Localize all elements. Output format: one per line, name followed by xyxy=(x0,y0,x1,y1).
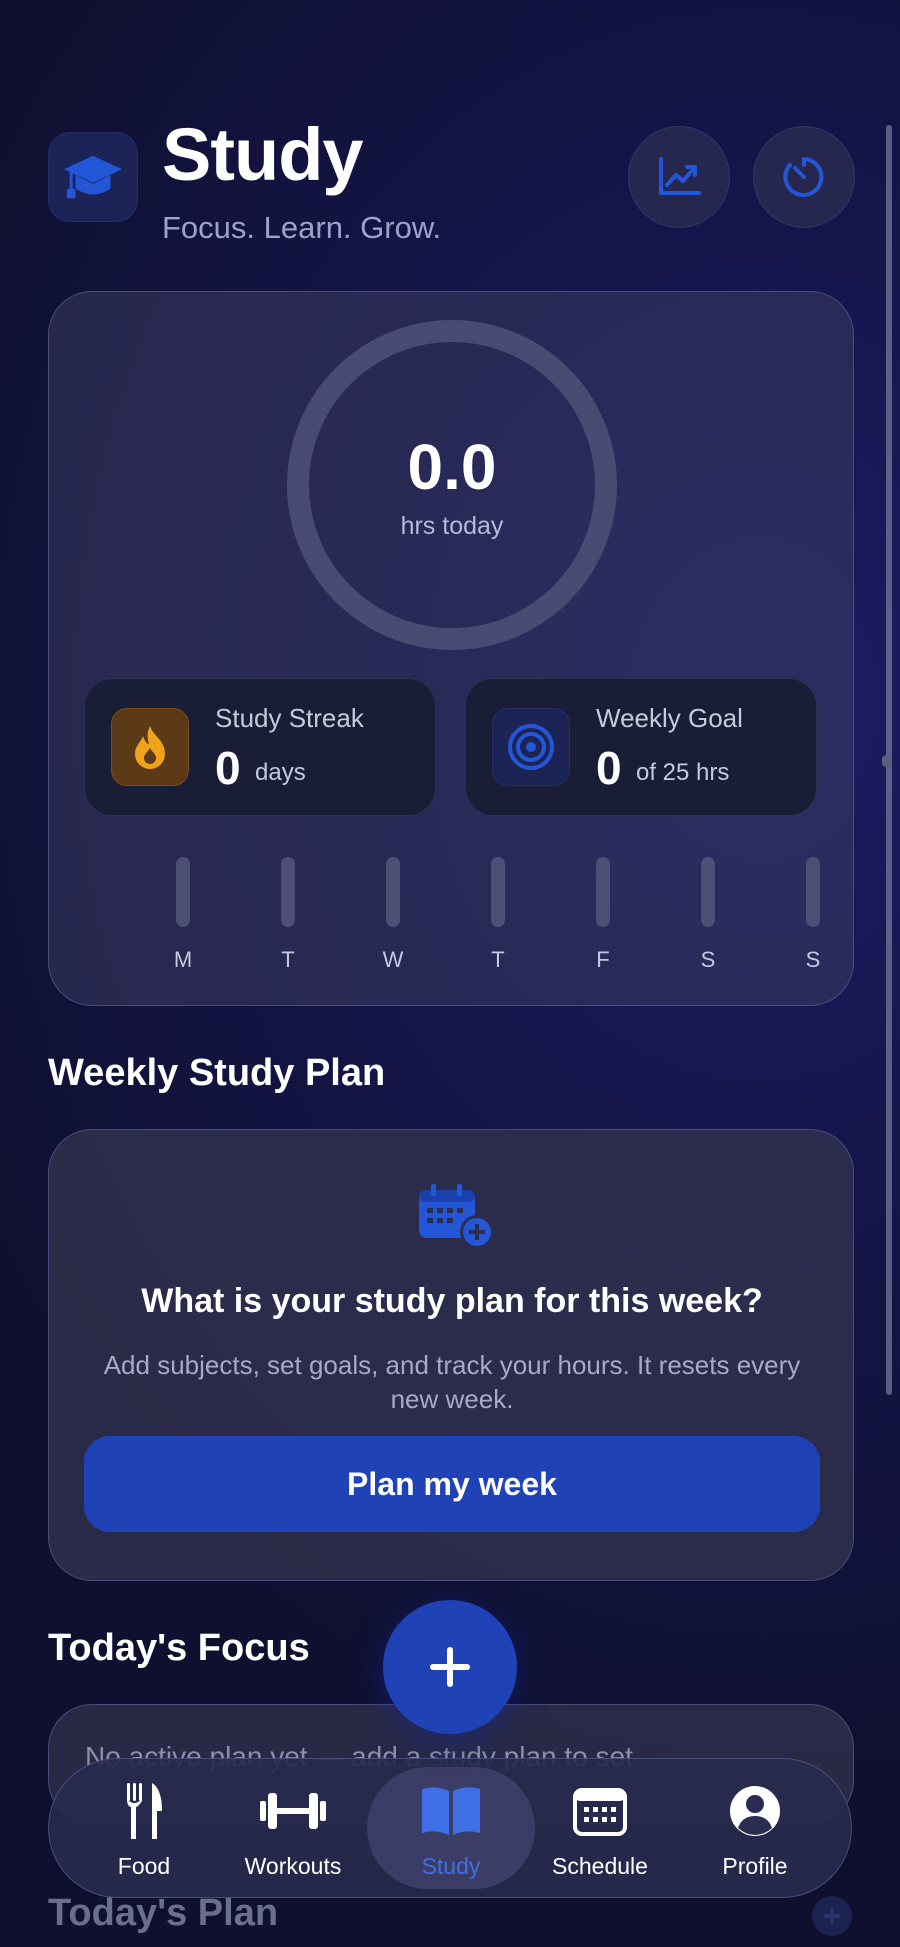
tab-schedule[interactable]: Schedule xyxy=(516,1767,684,1889)
tab-label: Food xyxy=(117,1853,171,1879)
tab-workouts[interactable]: Workouts xyxy=(209,1767,377,1889)
add-session-button[interactable] xyxy=(383,1600,517,1734)
header: Study Focus. Learn. Grow. xyxy=(48,112,855,252)
day-bar xyxy=(806,857,820,927)
timer-icon xyxy=(783,157,824,197)
day-bar xyxy=(176,857,190,927)
day-label: T xyxy=(281,947,295,972)
plan-my-week-button[interactable]: Plan my week xyxy=(84,1436,820,1532)
tab-profile[interactable]: Profile xyxy=(671,1767,839,1889)
streak-unit: days xyxy=(255,759,306,786)
tab-food[interactable]: Food xyxy=(60,1767,228,1889)
plan-question: What is your study plan for this week? xyxy=(141,1282,763,1320)
day-label: M xyxy=(173,947,193,972)
study-streak-card[interactable]: Study Streak 0 days xyxy=(84,678,436,816)
day-label: S xyxy=(805,947,821,972)
day-label: S xyxy=(700,947,716,972)
day-label: W xyxy=(382,947,404,972)
calendar-icon xyxy=(516,1781,684,1841)
dumbbell-icon xyxy=(209,1781,377,1841)
tab-label: Schedule xyxy=(552,1853,648,1879)
weekly-plan-heading: Weekly Study Plan xyxy=(48,1052,386,1094)
weekly-plan-card: What is your study plan for this week? A… xyxy=(48,1129,854,1581)
bottom-tab-bar: Food Workouts Study Schedule Profile xyxy=(48,1758,852,1898)
day-bar xyxy=(701,857,715,927)
day-bar xyxy=(491,857,505,927)
plan-description: Add subjects, set goals, and track your … xyxy=(103,1350,801,1414)
day-bar xyxy=(596,857,610,927)
weekly-hours-bars: M T W T F S S xyxy=(49,857,855,977)
page-subtitle: Focus. Learn. Grow. xyxy=(162,210,442,245)
tab-label: Study xyxy=(421,1853,481,1879)
tab-study[interactable]: Study xyxy=(367,1767,535,1889)
utensils-icon xyxy=(60,1781,228,1841)
trend-chart-icon xyxy=(659,157,701,195)
goal-unit: of 25 hrs xyxy=(636,759,730,786)
todays-focus-heading: Today's Focus xyxy=(48,1627,310,1669)
goal-value: 0 xyxy=(596,742,622,794)
user-circle-icon xyxy=(671,1781,839,1841)
hours-today-value: 0.0 xyxy=(407,431,497,503)
goal-title: Weekly Goal xyxy=(596,703,743,733)
target-icon xyxy=(492,708,570,786)
scroll-indicator xyxy=(882,755,890,767)
streak-title: Study Streak xyxy=(215,703,364,733)
plus-icon xyxy=(430,1647,470,1687)
add-plan-button[interactable] xyxy=(812,1896,852,1936)
graduation-cap-icon xyxy=(48,132,138,222)
day-bar xyxy=(386,857,400,927)
page-title: Study xyxy=(162,113,364,196)
flame-icon xyxy=(111,708,189,786)
book-icon xyxy=(367,1781,535,1841)
todays-plan-heading: Today's Plan xyxy=(48,1892,279,1934)
tab-label: Workouts xyxy=(244,1853,342,1879)
timer-button[interactable] xyxy=(753,126,855,228)
day-label: T xyxy=(491,947,505,972)
day-label: F xyxy=(596,947,610,972)
streak-value: 0 xyxy=(215,742,241,794)
today-summary-card: 0.0 hrs today Study Streak 0 days Weekly… xyxy=(48,291,854,1006)
weekly-goal-card[interactable]: Weekly Goal 0 of 25 hrs xyxy=(465,678,817,816)
stats-button[interactable] xyxy=(628,126,730,228)
plus-icon xyxy=(824,1908,840,1924)
hours-today-label: hrs today xyxy=(400,512,504,540)
calendar-add-icon xyxy=(417,1182,497,1252)
tab-label: Profile xyxy=(722,1853,788,1879)
day-bar xyxy=(281,857,295,927)
